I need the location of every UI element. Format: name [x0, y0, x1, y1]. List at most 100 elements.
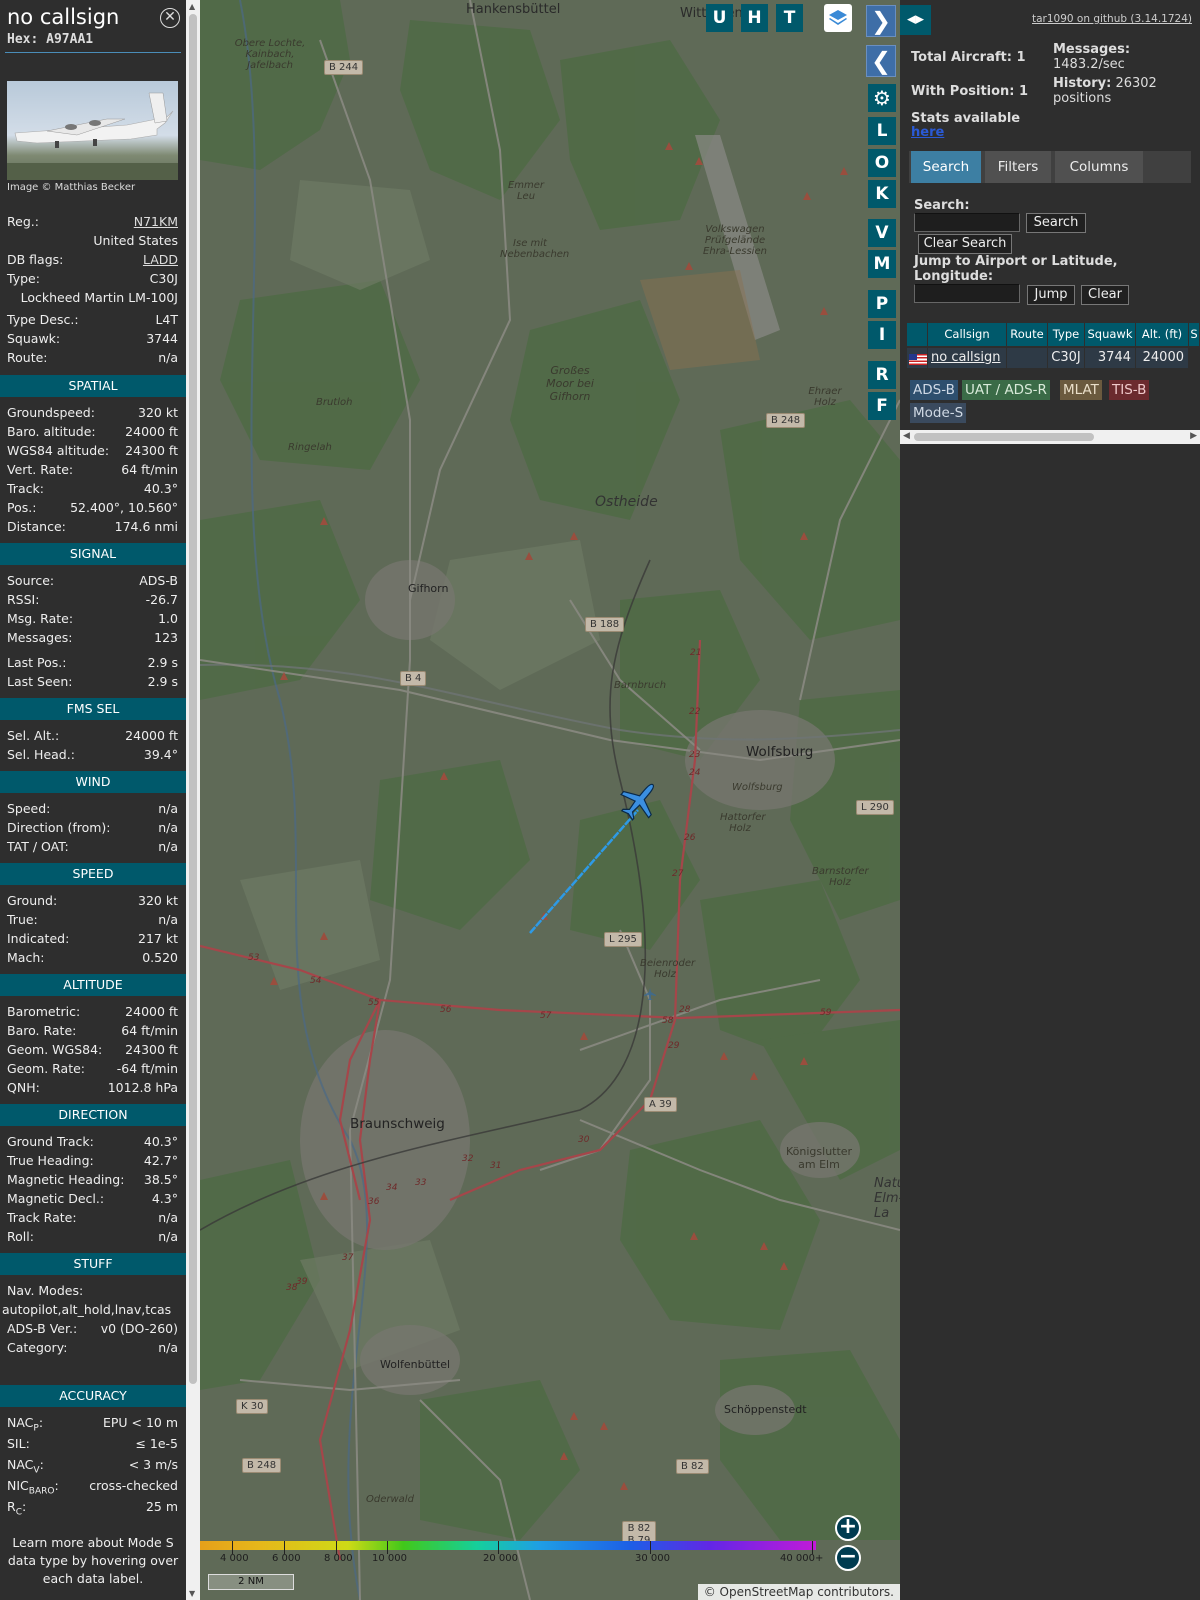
direction-label: Magnetic Decl.: — [7, 1191, 105, 1206]
stats-here-link[interactable]: here — [911, 125, 944, 140]
map-button-l[interactable]: L — [868, 117, 896, 145]
tab-columns[interactable]: Columns — [1055, 151, 1143, 183]
close-icon[interactable]: ✕ — [160, 8, 180, 28]
type-label: Type: — [7, 271, 40, 286]
spatial-label: Track: — [7, 481, 44, 496]
accuracy-label-text: NAC — [7, 1415, 34, 1430]
area-vw: Volkswagen Prüfgelände Ehra-Lessien — [703, 224, 767, 257]
direction-value: n/a — [158, 1210, 178, 1225]
scrollbar-thumb[interactable] — [189, 14, 197, 1384]
col-speed[interactable]: S — [1189, 323, 1200, 346]
col-altitude[interactable]: Alt. (ft) — [1136, 323, 1189, 346]
signal-label: Messages: — [7, 630, 73, 645]
map-button-f[interactable]: F — [868, 392, 896, 420]
svg-text:33: 33 — [415, 1178, 427, 1188]
type-value: C30J — [149, 271, 178, 286]
fms-label: Sel. Alt.: — [7, 728, 60, 743]
row-altitude: 24000 — [1136, 348, 1189, 368]
tab-filters[interactable]: Filters — [985, 151, 1051, 183]
route-label: Route: — [7, 350, 48, 365]
scroll-left-icon[interactable]: ◀ — [903, 431, 910, 441]
signal-value: -26.7 — [145, 592, 178, 607]
legend-mlat[interactable]: MLAT — [1060, 380, 1102, 400]
expand-collapse-icon[interactable]: ◂▸ — [900, 5, 931, 35]
col-flag[interactable] — [907, 323, 928, 346]
map-button-k[interactable]: K — [868, 180, 896, 208]
map-view[interactable]: 53 54 55 56 57 58 59 21 22 23 24 26 27 28 29 30 31 3… — [200, 0, 900, 1600]
scrollbar-thumb[interactable] — [914, 433, 1094, 441]
legend-ads-b[interactable]: ADS-B — [910, 380, 958, 400]
github-link[interactable]: tar1090 on github (3.14.1724) — [1032, 13, 1192, 25]
chevron-right-icon[interactable]: ❯ — [866, 5, 896, 37]
adsbver-label: ADS-B Ver.: — [7, 1321, 78, 1336]
direction-row: Magnetic Heading: 38.5° — [7, 1172, 178, 1190]
fms-value: 39.4° — [143, 747, 178, 762]
search-button[interactable]: Search — [1026, 213, 1086, 233]
left-scrollbar[interactable]: ▲ ▼ — [186, 0, 200, 1600]
accuracy-label-text: NIC — [7, 1478, 29, 1493]
direction-row: Roll: n/a — [7, 1229, 178, 1247]
adsbver-row: ADS-B Ver.: v0 (DO-260) — [7, 1321, 178, 1339]
zoom-out-icon[interactable]: − — [835, 1545, 861, 1571]
chevron-left-icon[interactable]: ❮ — [866, 45, 896, 77]
svg-text:36: 36 — [368, 1197, 380, 1207]
accuracy-value: < 3 m/s — [128, 1457, 178, 1472]
route-row: Route: n/a — [7, 350, 178, 368]
signal-value: ADS-B — [139, 573, 178, 588]
map-button-r[interactable]: R — [868, 361, 896, 389]
scroll-down-icon[interactable]: ▼ — [189, 1589, 195, 1598]
spatial-row: Groundspeed: 320 kt — [7, 405, 178, 423]
section-direction: DIRECTION — [0, 1104, 186, 1126]
aircraft-photo[interactable] — [7, 81, 178, 180]
wind-value: n/a — [158, 839, 178, 854]
col-type[interactable]: Type — [1048, 323, 1085, 346]
scroll-right-icon[interactable]: ▶ — [1190, 431, 1197, 441]
scroll-up-icon[interactable]: ▲ — [189, 2, 195, 11]
settings-gear-icon[interactable]: ⚙ — [868, 84, 896, 112]
jump-input[interactable] — [914, 284, 1020, 303]
map-button-o[interactable]: O — [868, 149, 896, 177]
legend-tis-b[interactable]: TIS-B — [1109, 380, 1150, 400]
svg-text:27: 27 — [672, 869, 684, 879]
col-squawk[interactable]: Squawk — [1085, 323, 1136, 346]
map-button-h[interactable]: H — [741, 4, 768, 32]
altitude-label: QNH: — [7, 1080, 40, 1095]
map-button-u[interactable]: U — [706, 4, 733, 32]
spatial-label: Baro. altitude: — [7, 424, 96, 439]
accuracy-row: NICBARO: cross-checked — [7, 1478, 178, 1497]
altitude-value: 24000 ft — [125, 1004, 178, 1019]
spatial-row: Pos.: 52.400°, 10.560° — [7, 500, 178, 518]
map-button-p[interactable]: P — [868, 290, 896, 318]
altitude-label: Barometric: — [7, 1004, 81, 1019]
right-panel: ◂▸ tar1090 on github (3.14.1724) Total A… — [900, 0, 1200, 1600]
section-signal: SIGNAL — [0, 543, 186, 565]
road-a39: A 39 — [644, 1097, 677, 1112]
col-route[interactable]: Route — [1007, 323, 1048, 346]
signal-label: RSSI: — [7, 592, 40, 607]
map-button-m[interactable]: M — [868, 250, 896, 278]
spatial-value: 320 kt — [138, 405, 178, 420]
zoom-in-icon[interactable]: + — [835, 1515, 861, 1541]
clear-search-button[interactable]: Clear Search — [918, 234, 1012, 254]
search-input[interactable] — [914, 213, 1020, 232]
map-button-t[interactable]: T — [776, 4, 803, 32]
svg-text:23: 23 — [689, 750, 701, 760]
layers-icon[interactable] — [824, 4, 852, 32]
section-fms: FMS SEL — [0, 698, 186, 720]
history-count: 26302 — [1115, 76, 1157, 91]
legend-uat-ads-r[interactable]: UAT / ADS-R — [962, 380, 1050, 400]
reg-link[interactable]: N71KM — [134, 214, 178, 229]
legend-mode-s[interactable]: Mode-S — [910, 403, 967, 423]
map-button-i[interactable]: I — [868, 321, 896, 349]
map-attribution[interactable]: © OpenStreetMap contributors. — [697, 1584, 900, 1600]
row-callsign-link[interactable]: no callsign — [928, 348, 1007, 368]
tab-search[interactable]: Search — [911, 151, 981, 183]
jump-button[interactable]: Jump — [1027, 285, 1075, 305]
dbflags-link[interactable]: LADD — [143, 252, 178, 267]
col-callsign[interactable]: Callsign — [928, 323, 1007, 346]
direction-value: 38.5° — [143, 1172, 178, 1187]
map-button-v[interactable]: V — [868, 219, 896, 247]
clear-button[interactable]: Clear — [1081, 285, 1129, 305]
table-horizontal-scrollbar[interactable]: ◀ ▶ — [900, 430, 1200, 444]
wind-row: Direction (from): n/a — [7, 820, 178, 838]
